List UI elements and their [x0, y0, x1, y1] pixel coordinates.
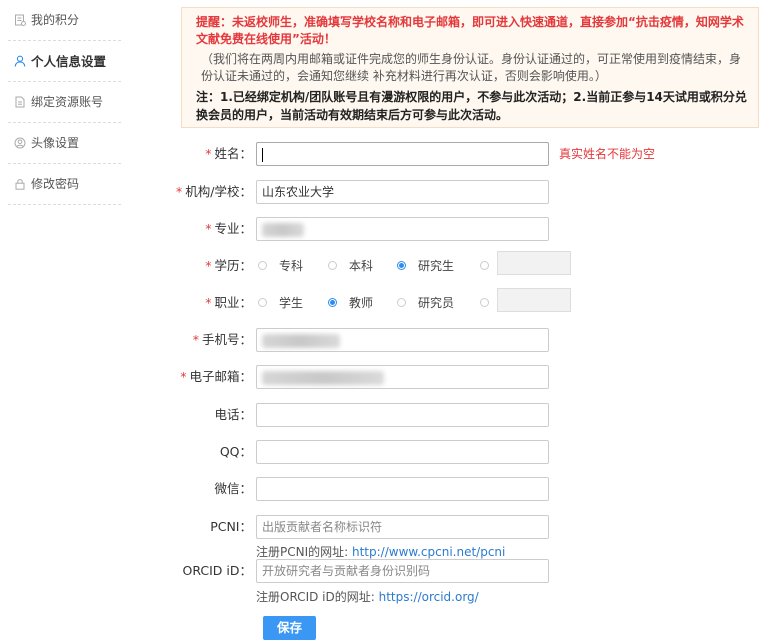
institution-row: * 机构/学校： 山东农业大学: [160, 180, 760, 204]
qq-row: QQ：: [160, 440, 760, 464]
name-row: * 姓名： 真实姓名不能为空: [160, 142, 760, 166]
institution-label: * 机构/学校：: [176, 184, 252, 199]
education-option-graduate[interactable]: 研究生: [397, 254, 454, 278]
occupation-label: * 职业：: [205, 295, 252, 310]
pcni-input[interactable]: 出版贡献者名称标识符: [256, 515, 549, 539]
mobile-input[interactable]: [256, 328, 549, 352]
occupation-option-researcher[interactable]: 研究员: [397, 291, 454, 315]
radio-icon: [480, 298, 489, 307]
notice-description: （我们将在两周内用邮箱或证件完成您的师生身份认证。身份认证通过的，可正常使用到疫…: [201, 52, 742, 83]
occupation-other-input[interactable]: [497, 288, 571, 312]
wechat-input[interactable]: [256, 477, 549, 501]
orcid-input[interactable]: 开放研究者与贡献者身份识别码: [256, 559, 549, 583]
education-option-bachelor[interactable]: 本科: [328, 254, 373, 278]
institution-input[interactable]: 山东农业大学: [256, 180, 549, 204]
mobile-row: * 手机号：: [160, 328, 760, 352]
radio-icon: [480, 261, 489, 270]
sidebar-item-label: 头像设置: [31, 136, 80, 150]
sidebar-item-label: 我的积分: [31, 13, 80, 27]
occupation-option-teacher[interactable]: 教师: [328, 291, 373, 315]
points-icon: [14, 14, 26, 26]
notice-box: 提醒：未返校师生，准确填写学校名称和电子邮箱，即可进入快速通道，直接参加“抗击疫…: [181, 7, 759, 128]
email-input[interactable]: [256, 365, 549, 389]
sidebar-item-points[interactable]: 我的积分: [8, 0, 121, 41]
name-input[interactable]: [256, 142, 549, 166]
pcni-row: PCNI： 出版贡献者名称标识符: [160, 515, 760, 539]
education-label: * 学历：: [205, 258, 252, 273]
radio-icon: [328, 261, 337, 270]
occupation-option-student[interactable]: 学生: [258, 291, 303, 315]
sidebar-item-bind-account[interactable]: 绑定资源账号: [8, 82, 121, 123]
pcni-link[interactable]: http://www.cpcni.net/pcni: [352, 545, 505, 559]
major-label: * 专业：: [205, 221, 252, 236]
redacted-value: [262, 333, 340, 348]
radio-icon: [258, 298, 267, 307]
redacted-value: [262, 370, 384, 385]
sidebar-item-label: 修改密码: [31, 177, 80, 191]
qq-input[interactable]: [256, 440, 549, 464]
radio-icon: [397, 298, 406, 307]
sidebar-item-label: 绑定资源账号: [31, 95, 104, 109]
notice-note: 注：1.已经绑定机构/团队账号且有漫游权限的用户，不参与此次活动；2.当前正参与…: [196, 90, 747, 122]
pcni-label: PCNI：: [210, 519, 252, 534]
major-input[interactable]: [256, 217, 549, 241]
name-label: * 姓名：: [205, 146, 252, 161]
user-icon: [14, 55, 26, 67]
pcni-hint: 注册PCNI的网址: http://www.cpcni.net/pcni: [256, 545, 506, 559]
sidebar-item-password[interactable]: 修改密码: [8, 164, 121, 205]
mobile-label: * 手机号：: [192, 332, 252, 347]
notice-reminder: 提醒：未返校师生，准确填写学校名称和电子邮箱，即可进入快速通道，直接参加“抗击疫…: [196, 15, 744, 46]
sidebar-item-profile[interactable]: 个人信息设置: [8, 41, 121, 82]
document-icon: [14, 96, 26, 108]
sidebar-item-avatar[interactable]: 头像设置: [8, 123, 121, 164]
qq-label: QQ：: [219, 444, 252, 459]
radio-checked-icon: [328, 298, 337, 307]
occupation-row: * 职业： 学生 教师 研究员: [160, 288, 760, 315]
phone-input[interactable]: [256, 403, 549, 427]
major-row: * 专业：: [160, 217, 760, 241]
orcid-link[interactable]: https://orcid.org/: [379, 590, 479, 604]
phone-row: 电话：: [160, 403, 760, 427]
phone-label: 电话：: [214, 407, 252, 422]
education-row: * 学历： 专科 本科 研究生: [160, 251, 760, 278]
education-option-associate[interactable]: 专科: [258, 254, 303, 278]
radio-icon: [258, 261, 267, 270]
lock-icon: [14, 178, 26, 190]
education-other-input[interactable]: [497, 251, 571, 275]
avatar-icon: [14, 137, 26, 149]
email-row: * 电子邮箱：: [160, 365, 760, 389]
text-caret: [262, 147, 263, 162]
email-label: * 电子邮箱：: [180, 369, 252, 384]
sidebar-item-label: 个人信息设置: [31, 54, 107, 69]
orcid-row: ORCID iD： 开放研究者与贡献者身份识别码: [160, 559, 760, 583]
redacted-value: [262, 222, 304, 237]
name-error-message: 真实姓名不能为空: [559, 147, 656, 161]
save-button[interactable]: 保存: [263, 616, 316, 640]
wechat-row: 微信：: [160, 477, 760, 501]
wechat-label: 微信：: [214, 481, 252, 496]
orcid-label: ORCID iD：: [182, 563, 252, 578]
orcid-hint: 注册ORCID iD的网址: https://orcid.org/: [256, 590, 479, 604]
radio-checked-icon: [397, 261, 406, 270]
sidebar: 我的积分 个人信息设置 绑定资源账号 头像设置 修改密码: [0, 0, 122, 205]
